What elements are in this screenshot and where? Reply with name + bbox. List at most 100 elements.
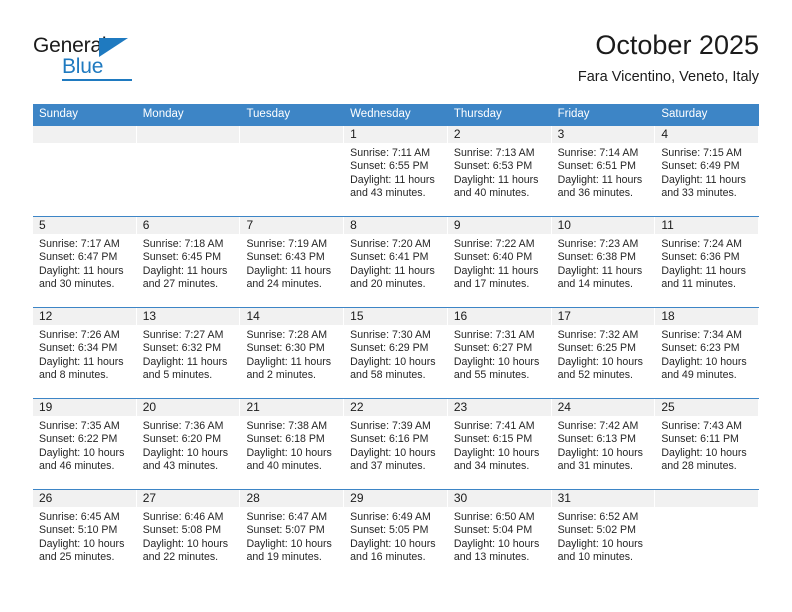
day-cell[interactable]: 9 Sunrise: 7:22 AM Sunset: 6:40 PM Daylight… bbox=[447, 217, 552, 307]
sunset-text: Sunset: 6:38 PM bbox=[557, 251, 636, 264]
daylight-text: and 52 minutes. bbox=[557, 368, 633, 381]
daylight-text: Daylight: 10 hours bbox=[142, 446, 229, 459]
daylight-text: Daylight: 11 hours bbox=[246, 355, 332, 368]
day-cell[interactable]: 21 Sunrise: 7:38 AM Sunset: 6:18 PM Dayligh… bbox=[240, 399, 344, 489]
day-cell[interactable]: 20 Sunrise: 7:36 AM Sunset: 6:20 PM Dayligh… bbox=[136, 399, 241, 489]
day-cell[interactable]: 4 Sunrise: 7:15 AM Sunset: 6:49 PM Daylight… bbox=[655, 126, 759, 216]
daylight-text: Daylight: 11 hours bbox=[142, 264, 228, 277]
daylight-text: Daylight: 10 hours bbox=[142, 537, 229, 550]
day-cell[interactable]: 25 Sunrise: 7:43 AM Sunset: 6:11 PM Dayligh… bbox=[655, 399, 759, 489]
sunset-text: Sunset: 5:04 PM bbox=[453, 524, 533, 537]
week-cells: 19 Sunrise: 7:35 AM Sunset: 6:22 PM Dayligh… bbox=[33, 399, 759, 489]
day-number-band: 12 bbox=[33, 308, 136, 325]
day-number-band: 22 bbox=[344, 399, 447, 416]
sunset-text: Sunset: 6:53 PM bbox=[453, 160, 533, 173]
day-cell[interactable]: 12 Sunrise: 7:26 AM Sunset: 6:34 PM Dayligh… bbox=[33, 308, 137, 398]
sunrise-text: Sunrise: 7:14 AM bbox=[557, 147, 639, 159]
sunset-text: Sunset: 6:25 PM bbox=[557, 342, 636, 355]
day-number-band bbox=[655, 490, 759, 507]
day-cell[interactable]: 7 Sunrise: 7:19 AM Sunset: 6:43 PM Daylight… bbox=[240, 217, 344, 307]
daylight-text: Daylight: 10 hours bbox=[661, 355, 747, 368]
sunrise-text: Sunrise: 7:28 AM bbox=[246, 329, 328, 341]
calendar-week-row: 5 Sunrise: 7:17 AM Sunset: 6:47 PM Daylight… bbox=[33, 216, 759, 307]
sunrise-text: Sunrise: 7:13 AM bbox=[453, 147, 535, 159]
sunset-text: Sunset: 6:49 PM bbox=[661, 160, 740, 173]
calendar-weeks: 1 Sunrise: 7:11 AM Sunset: 6:55 PM Daylight… bbox=[33, 125, 759, 580]
day-cell[interactable]: 8 Sunrise: 7:20 AM Sunset: 6:41 PM Daylight… bbox=[344, 217, 448, 307]
day-cell[interactable]: 3 Sunrise: 7:14 AM Sunset: 6:51 PM Daylight… bbox=[551, 126, 656, 216]
day-details: Sunrise: 7:41 AM Sunset: 6:15 PM Daylight:… bbox=[448, 416, 552, 473]
daylight-text: Daylight: 10 hours bbox=[453, 355, 540, 368]
day-number-band: 18 bbox=[655, 308, 759, 325]
day-number: 16 bbox=[453, 309, 468, 323]
sunrise-text: Sunrise: 6:46 AM bbox=[142, 511, 224, 523]
daylight-text: and 25 minutes. bbox=[39, 550, 115, 563]
day-number: 19 bbox=[39, 400, 53, 414]
day-number-band: 23 bbox=[447, 399, 551, 416]
daylight-text: and 27 minutes. bbox=[142, 277, 219, 290]
day-number-band: 15 bbox=[344, 308, 447, 325]
sunrise-text: Sunrise: 7:15 AM bbox=[661, 147, 742, 159]
daylight-text: Daylight: 10 hours bbox=[350, 355, 436, 368]
day-cell[interactable]: 2 Sunrise: 7:13 AM Sunset: 6:53 PM Daylight… bbox=[447, 126, 552, 216]
sunset-text: Sunset: 6:51 PM bbox=[557, 160, 636, 173]
day-cell[interactable]: 14 Sunrise: 7:28 AM Sunset: 6:30 PM Dayligh… bbox=[240, 308, 344, 398]
day-cell[interactable]: 31 Sunrise: 6:52 AM Sunset: 5:02 PM Dayligh… bbox=[551, 490, 656, 580]
day-number-band: 21 bbox=[240, 399, 344, 416]
weekday-header-wednesday: Wednesday bbox=[350, 108, 411, 120]
day-cell[interactable]: 28 Sunrise: 6:47 AM Sunset: 5:07 PM Dayligh… bbox=[240, 490, 344, 580]
day-cell[interactable]: 23 Sunrise: 7:41 AM Sunset: 6:15 PM Dayligh… bbox=[447, 399, 552, 489]
day-cell[interactable]: 6 Sunrise: 7:18 AM Sunset: 6:45 PM Daylight… bbox=[136, 217, 241, 307]
sunset-text: Sunset: 6:47 PM bbox=[39, 251, 118, 264]
daylight-text: Daylight: 11 hours bbox=[350, 173, 435, 186]
day-number: 8 bbox=[350, 218, 357, 232]
day-cell[interactable]: 18 Sunrise: 7:34 AM Sunset: 6:23 PM Dayligh… bbox=[655, 308, 759, 398]
day-cell[interactable]: 26 Sunrise: 6:45 AM Sunset: 5:10 PM Dayligh… bbox=[33, 490, 137, 580]
day-cell[interactable]: 24 Sunrise: 7:42 AM Sunset: 6:13 PM Dayligh… bbox=[551, 399, 656, 489]
sunrise-text: Sunrise: 7:18 AM bbox=[142, 238, 224, 250]
day-cell[interactable]: 30 Sunrise: 6:50 AM Sunset: 5:04 PM Dayligh… bbox=[447, 490, 552, 580]
day-cell[interactable]: 22 Sunrise: 7:39 AM Sunset: 6:16 PM Dayligh… bbox=[344, 399, 448, 489]
logo-underline bbox=[62, 79, 132, 81]
day-number: 3 bbox=[557, 127, 565, 141]
daylight-text: and 5 minutes. bbox=[142, 368, 213, 381]
weekday-header-sunday: Sunday bbox=[39, 108, 79, 120]
day-number: 12 bbox=[39, 309, 53, 323]
sunset-text: Sunset: 6:41 PM bbox=[350, 251, 429, 264]
day-cell[interactable]: 16 Sunrise: 7:31 AM Sunset: 6:27 PM Dayligh… bbox=[447, 308, 552, 398]
day-number: 27 bbox=[142, 491, 157, 505]
day-details: Sunrise: 7:22 AM Sunset: 6:40 PM Daylight:… bbox=[448, 234, 552, 291]
day-cell[interactable]: 5 Sunrise: 7:17 AM Sunset: 6:47 PM Daylight… bbox=[33, 217, 137, 307]
day-cell[interactable]: 1 Sunrise: 7:11 AM Sunset: 6:55 PM Daylight… bbox=[344, 126, 448, 216]
day-number-band: 27 bbox=[136, 490, 240, 507]
day-cell[interactable]: 29 Sunrise: 6:49 AM Sunset: 5:05 PM Dayligh… bbox=[344, 490, 448, 580]
sunset-text: Sunset: 5:08 PM bbox=[142, 524, 222, 537]
day-cell[interactable]: 11 Sunrise: 7:24 AM Sunset: 6:36 PM Dayligh… bbox=[655, 217, 759, 307]
day-number-band: 29 bbox=[344, 490, 447, 507]
day-cell[interactable]: 27 Sunrise: 6:46 AM Sunset: 5:08 PM Dayligh… bbox=[136, 490, 241, 580]
daylight-text: and 24 minutes. bbox=[246, 277, 322, 290]
week-cells: 12 Sunrise: 7:26 AM Sunset: 6:34 PM Dayligh… bbox=[33, 308, 759, 398]
sunset-text: Sunset: 6:18 PM bbox=[246, 433, 325, 446]
day-cell[interactable]: 10 Sunrise: 7:23 AM Sunset: 6:38 PM Dayligh… bbox=[551, 217, 656, 307]
sunset-text: Sunset: 6:13 PM bbox=[557, 433, 636, 446]
logo-text-blue: Blue bbox=[62, 55, 104, 78]
day-number: 15 bbox=[350, 309, 364, 323]
weekday-header-thursday: Thursday bbox=[453, 108, 502, 120]
day-details: Sunrise: 6:52 AM Sunset: 5:02 PM Daylight:… bbox=[552, 507, 656, 564]
daylight-text: Daylight: 10 hours bbox=[246, 446, 332, 459]
day-cell[interactable]: 15 Sunrise: 7:30 AM Sunset: 6:29 PM Dayligh… bbox=[344, 308, 448, 398]
day-cell[interactable]: 13 Sunrise: 7:27 AM Sunset: 6:32 PM Dayligh… bbox=[136, 308, 241, 398]
sunrise-text: Sunrise: 7:39 AM bbox=[350, 420, 431, 432]
sunrise-text: Sunrise: 7:43 AM bbox=[661, 420, 742, 432]
day-number: 26 bbox=[39, 491, 53, 505]
day-details: Sunrise: 7:23 AM Sunset: 6:38 PM Daylight:… bbox=[552, 234, 656, 291]
page-header: General Blue October 2025 Fara Vicentino… bbox=[33, 28, 759, 98]
daylight-text: Daylight: 11 hours bbox=[350, 264, 435, 277]
day-number-band: 17 bbox=[551, 308, 655, 325]
daylight-text: and 20 minutes. bbox=[350, 277, 426, 290]
day-details: Sunrise: 7:32 AM Sunset: 6:25 PM Daylight:… bbox=[552, 325, 656, 382]
sunset-text: Sunset: 6:29 PM bbox=[350, 342, 429, 355]
day-cell[interactable]: 17 Sunrise: 7:32 AM Sunset: 6:25 PM Dayligh… bbox=[551, 308, 656, 398]
day-cell[interactable]: 19 Sunrise: 7:35 AM Sunset: 6:22 PM Dayligh… bbox=[33, 399, 137, 489]
